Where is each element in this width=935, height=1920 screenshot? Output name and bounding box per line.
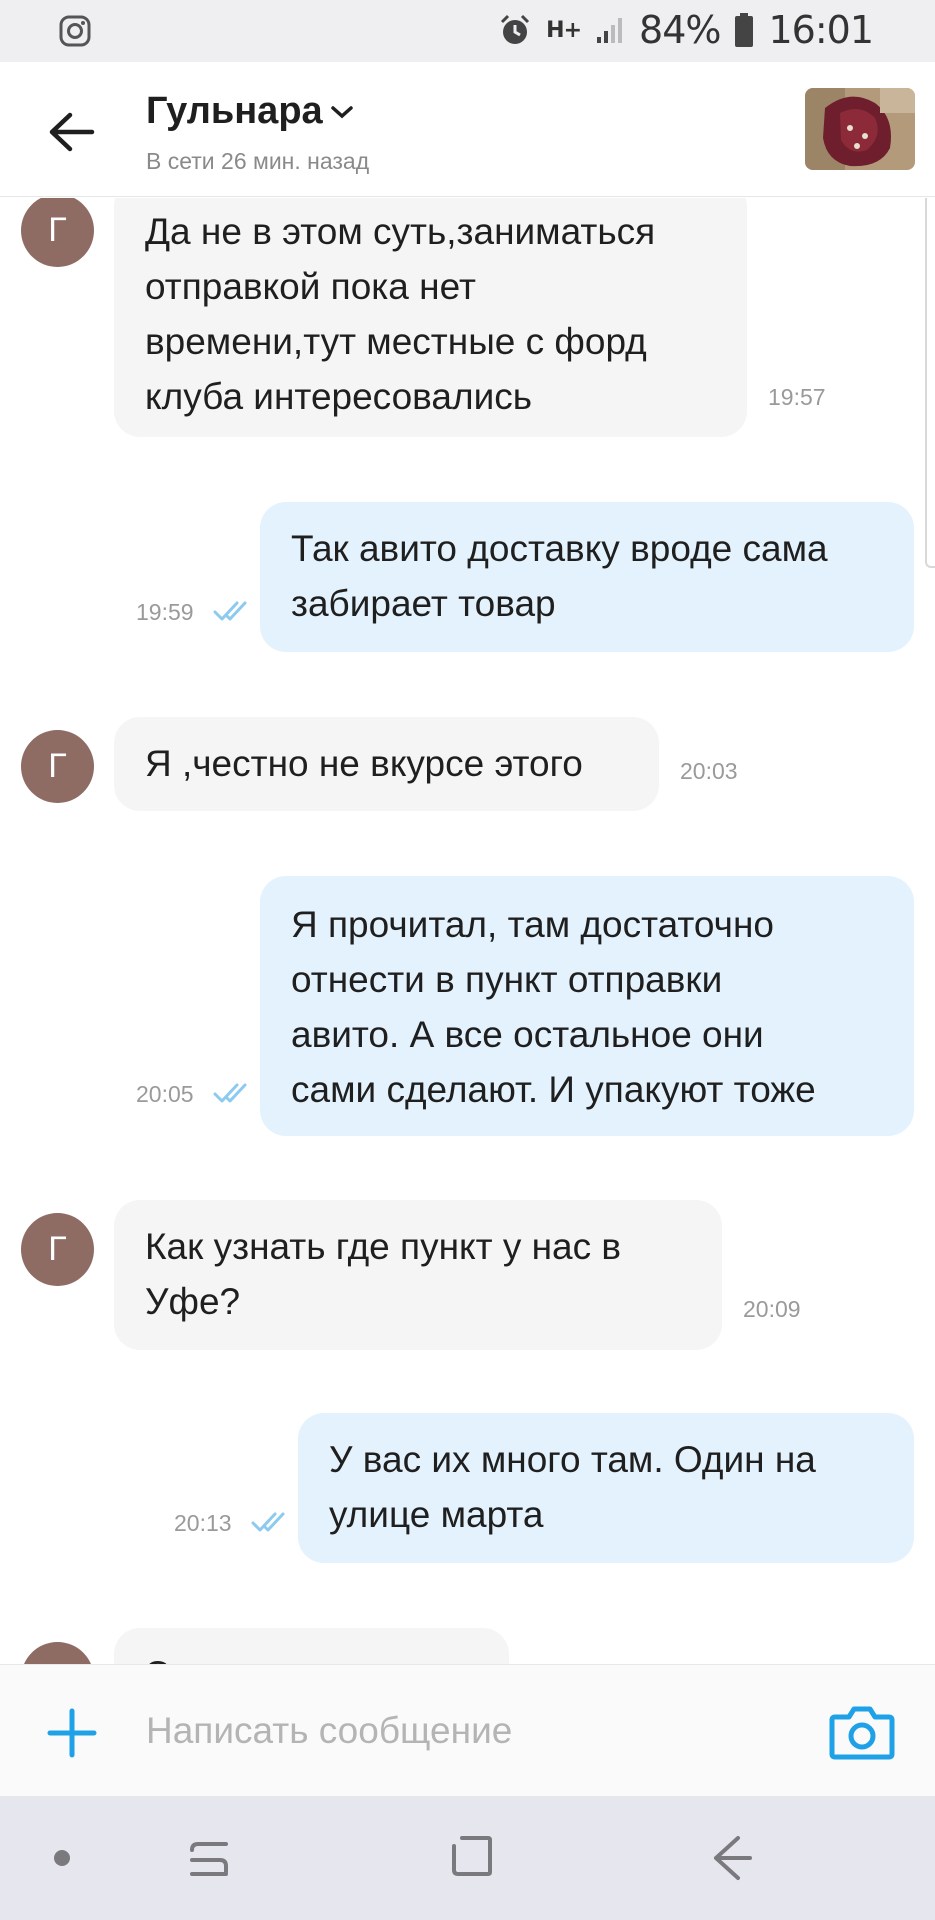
incoming-message[interactable]: Да не в этом суть,заниматься отправкой п… [114,198,747,437]
message-time: 20:13 [174,1510,232,1536]
battery-icon [735,13,754,47]
back-button[interactable] [40,100,104,164]
avatar[interactable]: Г [21,198,94,267]
outgoing-message[interactable]: Я прочитал, там достаточно отнести в пун… [260,876,914,1136]
camera-icon [829,1706,895,1760]
message-list[interactable]: Г Да не в этом суть,заниматься отправкой… [0,198,935,1664]
incoming-message[interactable]: Э [114,1628,509,1664]
back-arrow-icon [714,1836,752,1880]
chat-header: Гульнара В сети 26 мин. назад [0,62,935,197]
message-time: 20:09 [743,1296,801,1322]
alarm-icon [501,14,530,44]
instagram-icon [58,14,92,53]
avatar[interactable]: Г [21,730,94,803]
nav-back-button[interactable] [708,1834,756,1887]
network-type: H+ [546,17,582,43]
double-check-icon [213,601,247,621]
avatar[interactable]: Г [21,1213,94,1286]
outgoing-message[interactable]: У вас их много там. Один на улице марта [298,1413,914,1563]
arrow-left-icon [49,112,95,152]
clock: 16:01 [768,8,874,52]
message-time: 20:05 [136,1081,194,1107]
incoming-message[interactable]: Как узнать где пункт у нас в Уфе? [114,1200,722,1350]
status-bar: H+ 84% 16:01 [0,0,935,62]
double-check-icon [213,1083,247,1103]
attach-button[interactable] [44,1705,100,1761]
contact-status: В сети 26 мин. назад [146,148,370,174]
incoming-message[interactable]: Я ,честно не вкурсе этого [114,717,659,811]
message-time: 19:57 [768,384,826,410]
camera-button[interactable] [829,1701,895,1761]
listing-thumbnail[interactable] [805,88,915,170]
system-nav-bar [0,1796,935,1920]
contact-name-button[interactable]: Гульнара [146,90,355,133]
scrollbar[interactable] [925,198,935,568]
outgoing-message[interactable]: Так авито доставку вроде сама забирает т… [260,502,914,652]
home-button[interactable] [448,1834,494,1887]
battery-percent: 84% [639,8,721,52]
message-input[interactable] [146,1695,796,1767]
avatar[interactable]: Г [21,1642,94,1664]
signal-icon [597,18,623,43]
plus-icon [47,1708,97,1758]
recents-button[interactable] [186,1836,232,1887]
message-composer [0,1664,935,1796]
contact-name: Гульнара [146,90,323,132]
home-icon [452,1836,492,1876]
message-time: 19:59 [136,599,194,625]
dot-icon[interactable] [54,1850,70,1866]
chevron-down-icon [330,105,353,118]
message-time: 20:03 [680,758,738,784]
double-check-icon [251,1512,285,1532]
recents-icon [190,1842,228,1876]
